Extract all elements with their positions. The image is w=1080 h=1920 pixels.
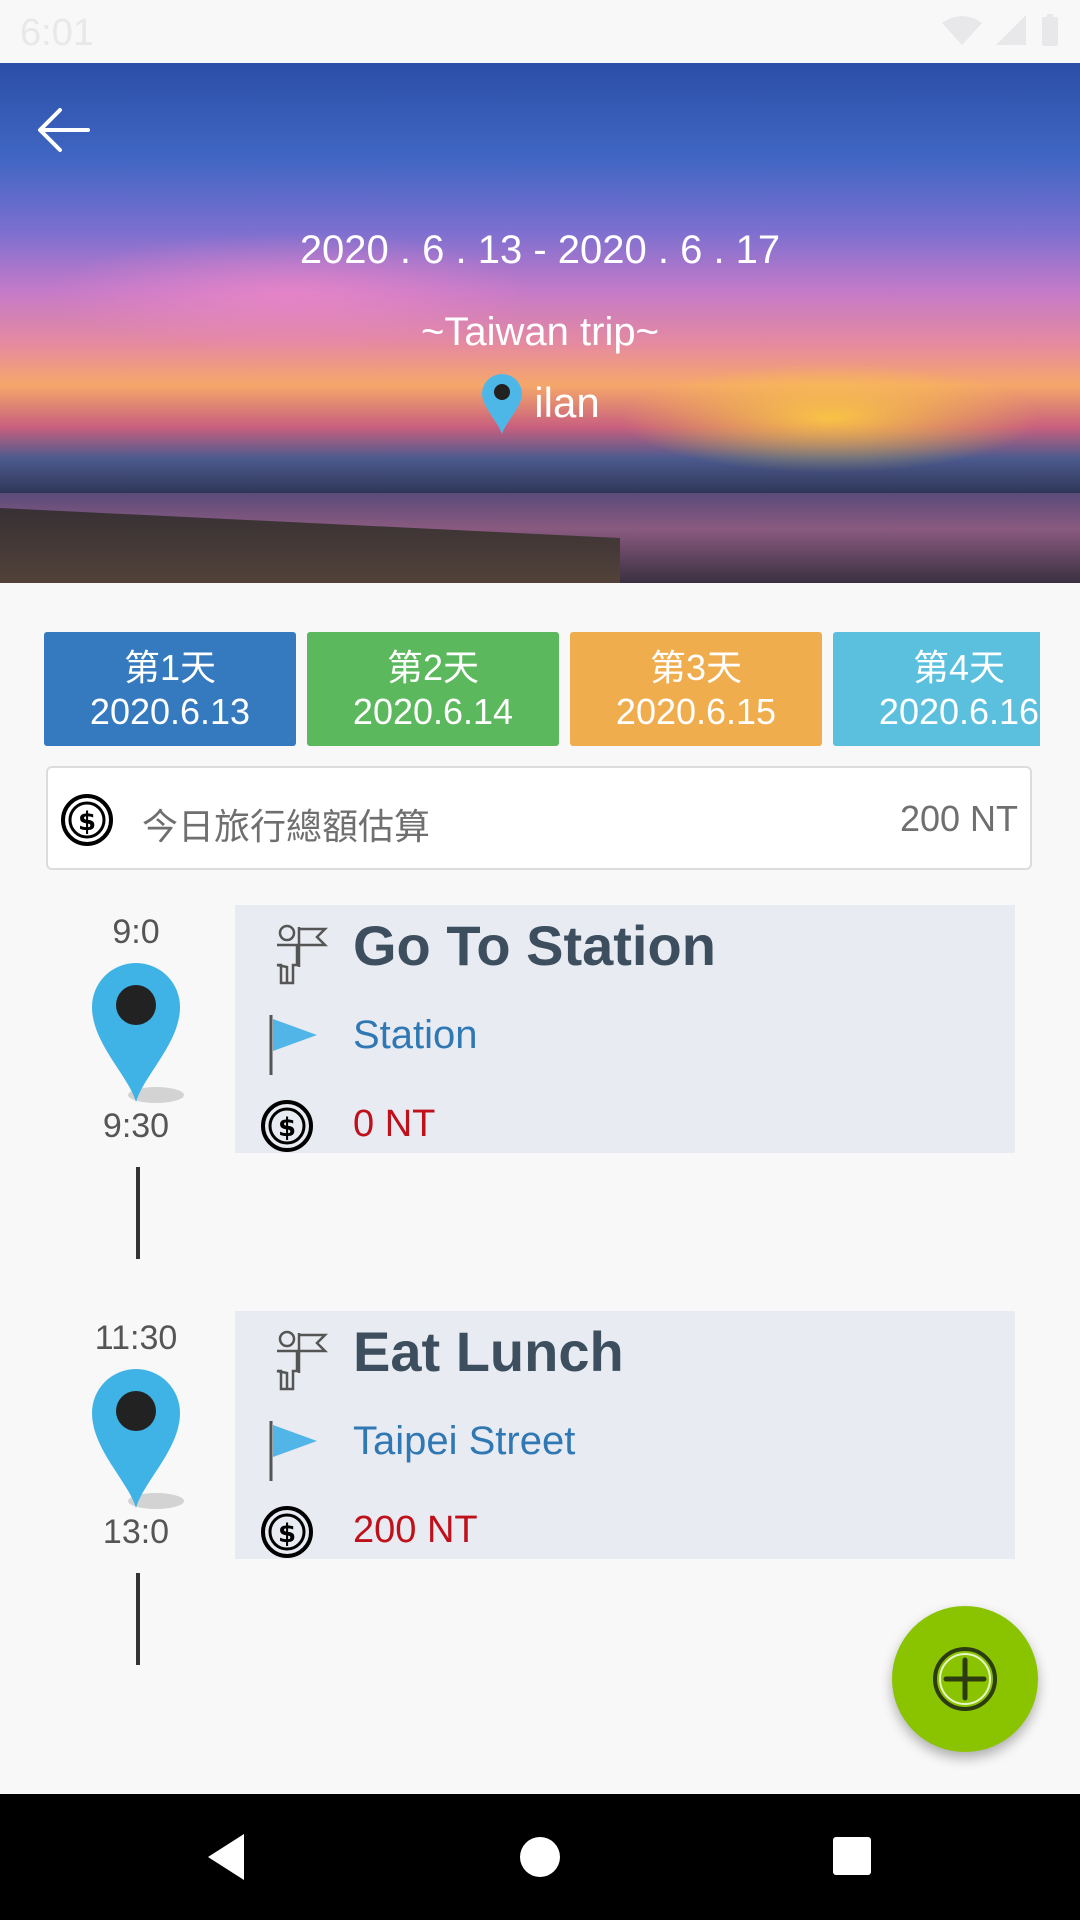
back-arrow-icon[interactable] [34,100,94,160]
tab-day-label: 第2天 [386,647,480,688]
wifi-icon [942,16,982,45]
event-cost: 0 NT [353,1103,436,1145]
nav-recents-icon[interactable] [830,1832,874,1882]
coin-icon: $ [261,1506,313,1558]
tab-day-2[interactable]: 第2天 2020.6.14 [307,632,559,746]
tab-day-label: 第3天 [649,647,743,688]
svg-text:$: $ [78,807,96,837]
location-name: ilan [534,379,600,426]
tab-day-1[interactable]: 第1天 2020.6.13 [44,632,296,746]
battery-icon [1042,14,1058,46]
day-tabs: 第1天 2020.6.13 第2天 2020.6.14 第3天 2020.6.1… [44,632,1040,748]
event-end-time: 13:0 [102,1513,170,1551]
person-flag-icon [276,1330,329,1391]
timeline-connector [136,1167,140,1259]
add-circle-icon [933,1647,997,1711]
map-pin-icon [92,1369,184,1509]
map-pin-icon [482,374,523,434]
tab-day-date: 2020.6.16 [878,691,1040,732]
flag-icon [269,1015,317,1075]
event-card[interactable]: Go To Station Station $ 0 NT [235,905,1015,1153]
event-start-time: 9:0 [112,913,160,951]
coin-icon: $ [61,794,113,846]
tab-day-date: 2020.6.13 [89,691,251,732]
tab-day-label: 第4天 [912,647,1006,688]
event-card[interactable]: Eat Lunch Taipei Street $ 200 NT [235,1311,1015,1559]
person-flag-icon [276,924,329,985]
status-bar: 6:01 [0,0,1080,63]
signal-icon [996,15,1026,45]
navigation-bar [0,1794,1080,1920]
flag-icon [269,1421,317,1481]
event-title: Go To Station [353,914,716,977]
event-end-time: 9:30 [102,1107,170,1145]
trip-date-range: 2020 . 6 . 13 - 2020 . 6 . 17 [299,228,781,272]
trip-location: ilan [0,372,1080,434]
nav-back-icon[interactable] [204,1832,248,1882]
event-start-time: 11:30 [94,1319,178,1357]
tab-day-date: 2020.6.14 [352,691,514,732]
status-icons [942,14,1060,46]
tab-day-4[interactable]: 第4天 2020.6.16 [833,632,1040,746]
map-pin-icon [92,963,184,1103]
event-place: Taipei Street [353,1419,576,1463]
daily-budget-field[interactable]: $ 今日旅行總額估算 200 NT [46,766,1032,870]
trip-name: ~Taiwan trip~ [421,310,659,354]
status-time: 6:01 [20,12,94,54]
add-event-button[interactable] [892,1606,1038,1752]
budget-amount: 200 NT [899,798,1018,839]
budget-label: 今日旅行總額估算 [142,806,431,847]
tab-day-label: 第1天 [123,647,217,688]
coin-icon: $ [261,1100,313,1152]
svg-text:$: $ [278,1113,296,1143]
timeline-connector [136,1573,140,1665]
event-place: Station [353,1013,478,1057]
svg-text:$: $ [278,1519,296,1549]
tab-day-date: 2020.6.15 [615,691,777,732]
event-title: Eat Lunch [353,1320,624,1383]
nav-home-icon[interactable] [518,1832,562,1882]
event-cost: 200 NT [353,1509,478,1551]
tab-day-3[interactable]: 第3天 2020.6.15 [570,632,822,746]
